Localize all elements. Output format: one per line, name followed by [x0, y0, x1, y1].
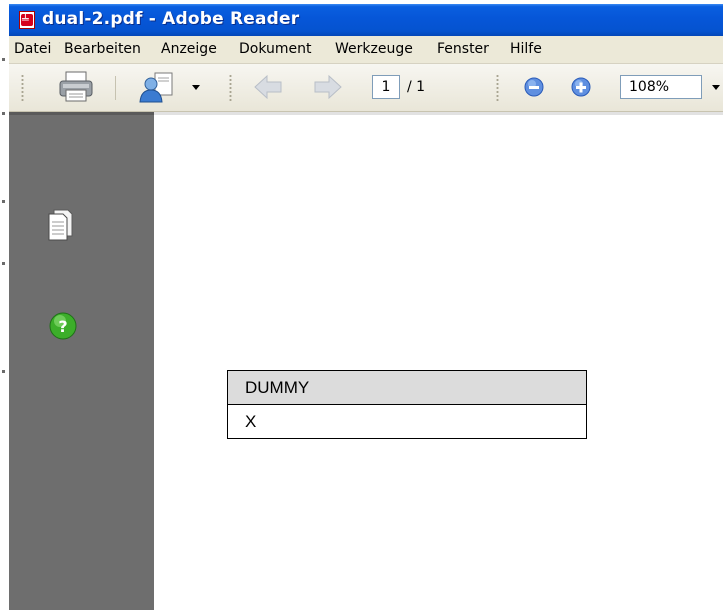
print-button[interactable]: [55, 70, 99, 104]
document-table: DUMMY X: [227, 370, 587, 439]
zoom-out-button[interactable]: [520, 70, 548, 104]
table-header-row: DUMMY: [227, 370, 587, 405]
toolbar-grip-2[interactable]: [229, 74, 232, 102]
next-page-icon: [314, 74, 342, 100]
menu-bar: Datei Bearbeiten Anzeige Dokument Werkze…: [9, 36, 723, 64]
toolbar: 1 / 1 108%: [9, 64, 723, 112]
desktop-edge: [0, 0, 9, 610]
zoom-out-icon: [524, 77, 544, 97]
help-icon[interactable]: ?: [48, 311, 78, 341]
table-header-cell: DUMMY: [227, 370, 587, 405]
window-title: dual-2.pdf - Adobe Reader: [42, 9, 300, 29]
menu-fenster[interactable]: Fenster: [437, 41, 489, 57]
share-icon: [139, 72, 200, 103]
next-page-button[interactable]: [308, 70, 348, 104]
pages-icon[interactable]: [46, 208, 74, 242]
zoom-in-button[interactable]: [567, 70, 595, 104]
menu-werkzeuge[interactable]: Werkzeuge: [335, 41, 413, 57]
page-total: / 1: [407, 79, 426, 95]
zoom-field[interactable]: 108%: [620, 75, 702, 99]
document-view[interactable]: [154, 112, 723, 610]
previous-page-button[interactable]: [248, 70, 288, 104]
zoom-in-icon: [571, 77, 591, 97]
menu-anzeige[interactable]: Anzeige: [161, 41, 217, 57]
menu-hilfe[interactable]: Hilfe: [510, 41, 542, 57]
toolbar-grip[interactable]: [21, 74, 24, 102]
menu-datei[interactable]: Datei: [14, 41, 51, 57]
table-cell: X: [227, 404, 587, 439]
help-glyph: ?: [58, 317, 67, 336]
menu-dokument[interactable]: Dokument: [239, 41, 312, 57]
adobe-reader-window: ╧ dual-2.pdf - Adobe Reader Datei Bearbe…: [9, 4, 723, 610]
document-top-shadow: [154, 112, 723, 115]
share-button[interactable]: [135, 70, 203, 104]
previous-page-icon: [254, 74, 282, 100]
navigation-pane: ?: [9, 112, 154, 610]
print-icon: [59, 71, 93, 102]
table-row: X: [227, 404, 587, 439]
page-number-input[interactable]: 1: [372, 75, 400, 99]
toolbar-grip-3[interactable]: [496, 74, 499, 102]
pdf-app-icon: ╧: [19, 11, 35, 29]
zoom-dropdown-arrow-icon[interactable]: [712, 85, 720, 90]
title-bar[interactable]: ╧ dual-2.pdf - Adobe Reader: [9, 4, 723, 36]
menu-bearbeiten[interactable]: Bearbeiten: [64, 41, 141, 57]
